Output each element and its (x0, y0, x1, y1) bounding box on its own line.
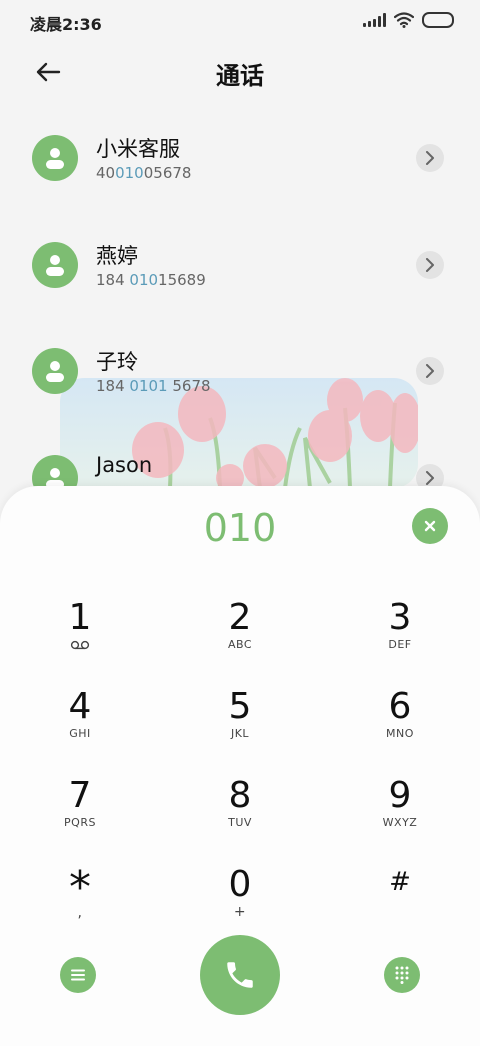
contact-row[interactable]: 子玲 184 0101 5678 (0, 348, 480, 438)
dial-key-8[interactable]: 8 TUV (190, 776, 290, 856)
dialpad-toggle-button[interactable] (384, 957, 420, 993)
dial-key-hash[interactable]: # (350, 862, 450, 942)
chevron-right-icon (426, 364, 434, 378)
dialed-number: 010 (203, 506, 277, 550)
contact-number: 4001005678 (96, 164, 192, 182)
dial-key-4[interactable]: 4 GHI (30, 687, 130, 767)
status-icons (363, 12, 454, 28)
status-bar: 凌晨2:36 (0, 0, 480, 44)
chevron-right-icon (426, 471, 434, 485)
contact-row[interactable]: 燕婷 184 01015689 (0, 242, 480, 332)
voicemail-icon (70, 640, 90, 650)
avatar (32, 242, 78, 288)
contact-detail-button[interactable] (416, 251, 444, 279)
top-bar: 通话 (0, 48, 480, 94)
contact-number: 184 01015689 (96, 271, 206, 289)
menu-icon (71, 969, 85, 981)
dial-key-9[interactable]: 9 WXYZ (350, 776, 450, 856)
chevron-right-icon (426, 258, 434, 272)
person-icon (46, 148, 64, 169)
contact-detail-button[interactable] (416, 144, 444, 172)
dial-key-6[interactable]: 6 MNO (350, 687, 450, 767)
close-icon (424, 520, 436, 532)
contact-name: 燕婷 (96, 244, 138, 268)
contact-name: 子玲 (96, 350, 138, 374)
clear-button[interactable] (412, 508, 448, 544)
call-button[interactable] (200, 935, 280, 1015)
chevron-right-icon (426, 151, 434, 165)
phone-icon (227, 962, 253, 988)
contact-row[interactable]: 小米客服 4001005678 (0, 135, 480, 225)
contact-name: Jason (96, 453, 153, 477)
contact-number: 184 0101 5678 (96, 377, 211, 395)
menu-button[interactable] (60, 957, 96, 993)
dial-key-2[interactable]: 2 ABC (190, 598, 290, 678)
dial-key-5[interactable]: 5 JKL (190, 687, 290, 767)
dial-key-0[interactable]: 0 + (190, 865, 290, 945)
person-icon (46, 255, 64, 276)
page-title: 通话 (216, 62, 264, 90)
wifi-icon (394, 12, 414, 28)
dial-key-1[interactable]: 1 (30, 598, 130, 678)
person-icon (46, 361, 64, 382)
dial-key-star[interactable]: *, (30, 866, 130, 948)
avatar (32, 348, 78, 394)
avatar (32, 135, 78, 181)
contact-name: 小米客服 (96, 137, 180, 161)
dialpad-panel: 010 1 2 ABC 3 DEF 4 GHI 5 JKL 6 MNO 7 PQRS 8 TU… (0, 486, 480, 1046)
signal-icon (363, 13, 386, 27)
battery-icon (422, 12, 454, 28)
contact-detail-button[interactable] (416, 357, 444, 385)
status-time: 凌晨2:36 (30, 15, 102, 34)
dial-key-7[interactable]: 7 PQRS (30, 776, 130, 856)
dialpad-icon (395, 966, 409, 984)
dial-key-3[interactable]: 3 DEF (350, 598, 450, 678)
